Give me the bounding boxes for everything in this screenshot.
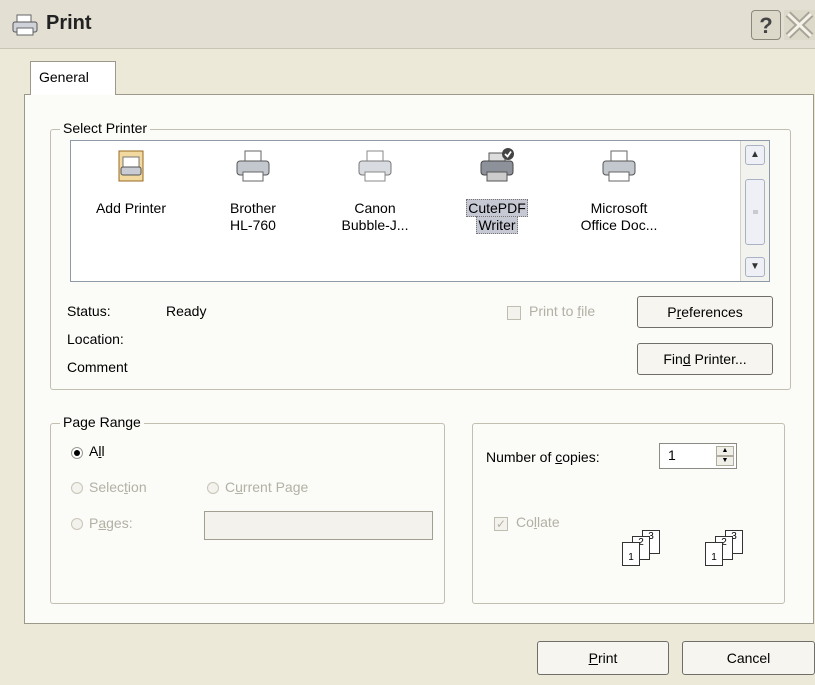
printer-label: Canon Bubble-J... xyxy=(341,200,409,233)
printer-label: Add Printer xyxy=(95,200,167,216)
printer-item-canon[interactable]: Canon Bubble-J... xyxy=(327,141,423,233)
copies-value: 1 xyxy=(668,447,676,463)
spin-up-button[interactable]: ▲ xyxy=(716,446,734,456)
print-to-file-checkbox[interactable] xyxy=(507,306,521,320)
printer-label: CutePDF Writer xyxy=(466,199,528,234)
find-printer-button[interactable]: Find Printer... xyxy=(637,343,773,375)
spin-down-button[interactable]: ▼ xyxy=(716,456,734,466)
printer-label: Microsoft Office Doc... xyxy=(580,200,658,233)
cancel-button[interactable]: Cancel xyxy=(682,641,815,675)
print-button[interactable]: Print xyxy=(537,641,669,675)
selection-radio[interactable] xyxy=(71,482,83,494)
all-radio[interactable] xyxy=(71,447,83,459)
printer-item-microsoft-office-doc[interactable]: Microsoft Office Doc... xyxy=(571,141,667,233)
current-page-radio[interactable] xyxy=(207,482,219,494)
scroll-thumb[interactable] xyxy=(745,179,765,245)
printer-item-add-printer[interactable]: Add Printer xyxy=(83,141,179,216)
page-range-title: Page Range xyxy=(60,414,144,430)
printer-list-scrollbar[interactable]: ▲ ▼ xyxy=(740,141,769,281)
collate-illustration-set1: 3 2 1 xyxy=(622,530,692,570)
current-page-label: Current Page xyxy=(225,479,309,495)
printer-icon xyxy=(236,150,270,182)
printer-item-brother[interactable]: Brother HL-760 xyxy=(205,141,301,233)
copies-label: Number of copies: xyxy=(486,449,600,465)
printer-item-cutepdf[interactable]: CutePDF Writer xyxy=(449,141,545,234)
all-label: All xyxy=(89,443,105,459)
default-printer-icon xyxy=(480,148,514,182)
pages-input[interactable] xyxy=(204,511,433,540)
print-to-file-label: Print to file xyxy=(529,303,596,319)
status-label: Status: xyxy=(67,303,111,319)
window-title: Print xyxy=(46,12,92,34)
title-bar[interactable]: Print ? xyxy=(0,0,815,49)
printer-list[interactable]: Add Printer Brother HL-760 Canon Bubble-J.… xyxy=(70,140,770,282)
printer-app-icon xyxy=(12,14,38,36)
selection-label: Selection xyxy=(89,479,147,495)
help-button[interactable]: ? xyxy=(751,10,781,40)
tab-general[interactable]: General xyxy=(30,61,116,95)
printer-label: Brother HL-760 xyxy=(230,200,276,233)
scroll-down-button[interactable]: ▼ xyxy=(745,257,765,277)
collate-illustration-set2: 3 2 1 xyxy=(705,530,775,570)
collate-page-1: 1 xyxy=(622,542,640,566)
comment-label: Comment xyxy=(67,359,128,375)
collate-label: Collate xyxy=(516,514,560,530)
printer-icon xyxy=(358,150,392,182)
status-value: Ready xyxy=(166,303,207,319)
printer-icon xyxy=(602,150,636,182)
print-dialog: Print ? General Select Printer Add Print… xyxy=(0,0,815,685)
preferences-button[interactable]: Preferences xyxy=(637,296,773,328)
copies-spinner[interactable]: 1 ▲ ▼ xyxy=(659,443,737,469)
pages-radio[interactable] xyxy=(71,518,83,530)
collate-page-1: 1 xyxy=(705,542,723,566)
close-icon[interactable] xyxy=(784,10,815,40)
select-printer-title: Select Printer xyxy=(60,120,151,136)
location-label: Location: xyxy=(67,331,124,347)
add-printer-icon xyxy=(118,150,144,182)
collate-checkbox[interactable]: ✓ xyxy=(494,517,508,531)
pages-label: Pages: xyxy=(89,515,133,531)
scroll-up-button[interactable]: ▲ xyxy=(745,145,765,165)
